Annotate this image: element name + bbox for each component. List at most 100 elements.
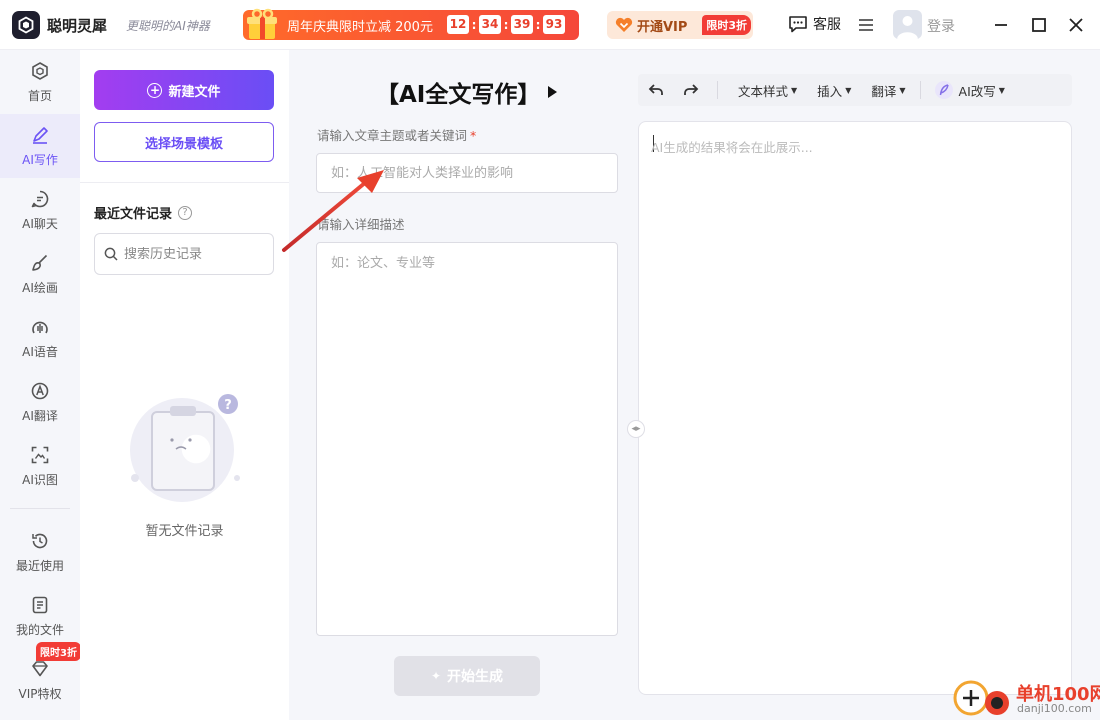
new-file-button[interactable]: + 新建文件 xyxy=(94,70,274,110)
nav-item-ai-writing[interactable]: AI写作 xyxy=(0,114,80,178)
chat-icon xyxy=(29,188,51,210)
chat-bubble-icon xyxy=(789,16,807,33)
help-icon[interactable]: ? xyxy=(178,205,193,220)
nav-item-ai-voice[interactable]: AI语音 xyxy=(0,306,80,370)
ai-rewrite-dropdown[interactable]: AI改写 ▼ xyxy=(934,80,1005,100)
caret-down-icon: ▼ xyxy=(791,85,798,95)
plus-icon: + xyxy=(147,82,163,98)
page-title: 【AI全文写作】 xyxy=(376,75,558,109)
editor-toolbar: 文本样式 ▼ 插入 ▼ 翻译 ▼ AI改写 ▼ xyxy=(638,74,1072,106)
feather-icon xyxy=(934,81,953,99)
editor-placeholder: AI生成的结果将会在此展示... xyxy=(651,140,813,155)
history-search-input[interactable] xyxy=(124,246,264,262)
avatar[interactable] xyxy=(893,10,922,39)
gift-icon xyxy=(247,8,277,39)
maximize-icon[interactable] xyxy=(1031,15,1047,35)
text-style-label: 文本样式 xyxy=(738,83,789,99)
nav-label: 最近使用 xyxy=(15,559,64,573)
sparkle-icon: ✦ xyxy=(430,669,442,683)
countdown-centis: 93 xyxy=(543,15,565,34)
login-link[interactable]: 登录 xyxy=(927,16,955,36)
nav-item-ai-painting[interactable]: AI绘画 xyxy=(0,242,80,306)
promo-countdown: 12 : 34 : 39 : 93 xyxy=(447,15,565,34)
caret-down-icon: ▼ xyxy=(845,85,852,95)
insert-label: 插入 xyxy=(817,83,843,99)
countdown-hours: 12 xyxy=(447,15,469,34)
topic-input[interactable] xyxy=(316,153,618,193)
diamond-icon xyxy=(29,658,51,680)
close-icon[interactable] xyxy=(1068,15,1084,35)
app-slogan: 更聪明的AI神器 xyxy=(126,19,210,33)
vip-discount-badge: 限时3折 xyxy=(702,15,751,35)
app-logo-icon xyxy=(12,11,40,39)
select-template-button[interactable]: 选择场景模板 xyxy=(94,122,274,162)
brush-icon xyxy=(29,252,51,274)
pen-icon xyxy=(29,124,51,146)
ai-rewrite-label: AI改写 xyxy=(958,83,996,99)
nav-item-ai-translate[interactable]: AI翻译 xyxy=(0,370,80,434)
caret-down-icon: ▼ xyxy=(998,85,1005,95)
nav-item-ai-image-recognition[interactable]: AI识图 xyxy=(0,434,80,498)
nav-label: 首页 xyxy=(27,89,52,103)
redo-icon[interactable] xyxy=(683,83,699,97)
new-file-label: 新建文件 xyxy=(168,84,221,100)
start-generate-button[interactable]: ✦ 开始生成 xyxy=(394,656,540,696)
recent-icon xyxy=(29,530,51,552)
history-search-box[interactable] xyxy=(94,233,274,275)
page-title-text: 【AI全文写作】 xyxy=(376,82,541,108)
nav-item-home[interactable]: 首页 xyxy=(0,50,80,114)
required-mark: * xyxy=(470,128,477,143)
title-bar: 聪明灵犀 更聪明的AI神器 周年庆典限时立减 200元 12 : 34 : 39… xyxy=(0,0,1100,50)
voice-icon xyxy=(29,316,51,338)
translate-label: 翻译 xyxy=(871,83,897,99)
svg-text:?: ? xyxy=(224,398,232,413)
translate-icon xyxy=(29,380,51,402)
vip-label: 开通VIP xyxy=(637,19,688,35)
file-panel: + 新建文件 选择场景模板 最近文件记录 ? ? 暂无文件记录 xyxy=(80,50,289,720)
description-field-label: 请输入详细描述 xyxy=(317,217,405,232)
customer-service-button[interactable]: 客服 xyxy=(788,14,841,34)
watermark-url: danji100.com xyxy=(1017,702,1092,715)
insert-dropdown[interactable]: 插入 ▼ xyxy=(817,81,851,100)
nav-item-ai-chat[interactable]: AI聊天 xyxy=(0,178,80,242)
recent-files-label: 最近文件记录 xyxy=(94,207,173,222)
nav-item-my-files[interactable]: 我的文件 xyxy=(0,584,80,648)
open-vip-button[interactable]: 开通VIP 限时3折 xyxy=(607,11,753,39)
app-name: 聪明灵犀 xyxy=(47,17,108,35)
nav-label: 我的文件 xyxy=(15,623,64,637)
panel-divider xyxy=(80,182,289,183)
writing-form: 【AI全文写作】 请输入文章主题或者关键词* 请输入详细描述 ✦ 开始生成 xyxy=(289,50,634,720)
vip-heart-icon xyxy=(615,17,633,32)
menu-icon[interactable] xyxy=(858,17,874,33)
countdown-seconds: 39 xyxy=(511,15,533,34)
promo-banner[interactable]: 周年庆典限时立减 200元 12 : 34 : 39 : 93 xyxy=(243,8,579,40)
text-style-dropdown[interactable]: 文本样式 ▼ xyxy=(738,81,797,100)
nav-label: AI识图 xyxy=(22,473,58,487)
nav-label: AI聊天 xyxy=(22,217,58,231)
panel-resize-handle[interactable]: ◂▸ xyxy=(627,420,645,438)
nav-label: AI写作 xyxy=(22,153,58,167)
file-icon xyxy=(29,594,51,616)
nav-label: AI翻译 xyxy=(22,409,58,423)
nav-label: AI绘画 xyxy=(22,281,58,295)
vip-discount-badge: 限时3折 xyxy=(36,642,81,661)
countdown-minutes: 34 xyxy=(479,15,501,34)
description-textarea[interactable] xyxy=(316,242,618,636)
generate-label: 开始生成 xyxy=(447,669,504,685)
translate-dropdown[interactable]: 翻译 ▼ xyxy=(871,81,905,100)
minimize-icon[interactable] xyxy=(993,15,1009,35)
image-recognition-icon xyxy=(29,444,51,466)
nav-item-recent[interactable]: 最近使用 xyxy=(0,520,80,584)
play-icon[interactable] xyxy=(548,86,558,98)
undo-icon[interactable] xyxy=(648,83,664,97)
promo-text: 周年庆典限时立减 200元 xyxy=(287,19,433,35)
home-icon xyxy=(29,60,51,82)
service-label: 客服 xyxy=(813,17,841,33)
nav-label: VIP特权 xyxy=(18,687,62,701)
search-icon xyxy=(104,247,118,261)
watermark-logo xyxy=(953,680,1009,716)
result-editor[interactable]: AI生成的结果将会在此展示... xyxy=(638,121,1072,695)
rail-divider xyxy=(10,508,70,509)
caret-down-icon: ▼ xyxy=(899,85,906,95)
left-nav-rail: 首页 AI写作 AI聊天 AI绘画 AI语音 AI翻译 AI识图 最近使用 我的… xyxy=(0,50,81,720)
